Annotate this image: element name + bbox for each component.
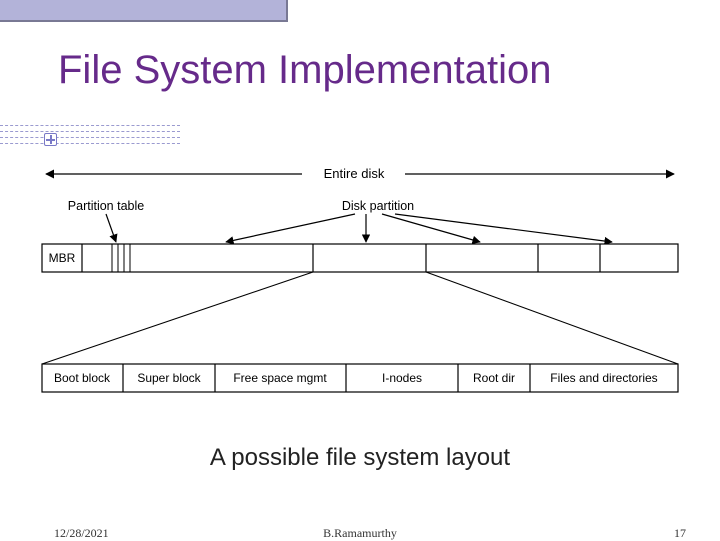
footer-author: B.Ramamurthy [323,526,397,541]
free-space-label: Free space mgmt [233,371,327,385]
disk-partition-label: Disk partition [342,199,414,213]
mbr-label: MBR [49,251,76,265]
filesystem-diagram: Entire disk Partition table Disk partiti… [38,160,682,420]
page-title: File System Implementation [58,48,552,93]
partition-table-label: Partition table [68,199,144,213]
partition-contents-bar: Boot block Super block Free space mgmt I… [42,364,678,392]
bullet-decoration-icon [44,133,57,146]
super-block-label: Super block [137,371,201,385]
figure-caption: A possible file system layout [0,444,720,472]
entire-disk-label: Entire disk [324,166,385,181]
footer-page: 17 [674,526,686,541]
slide-rule-lines [0,125,180,149]
footer-date: 12/28/2021 [54,526,109,541]
boot-block-label: Boot block [54,371,111,385]
inodes-label: I-nodes [382,371,422,385]
slide-accent-bar [0,0,288,22]
files-dirs-label: Files and directories [550,371,657,385]
main-disk-bar: MBR [42,244,678,272]
root-dir-label: Root dir [473,371,515,385]
